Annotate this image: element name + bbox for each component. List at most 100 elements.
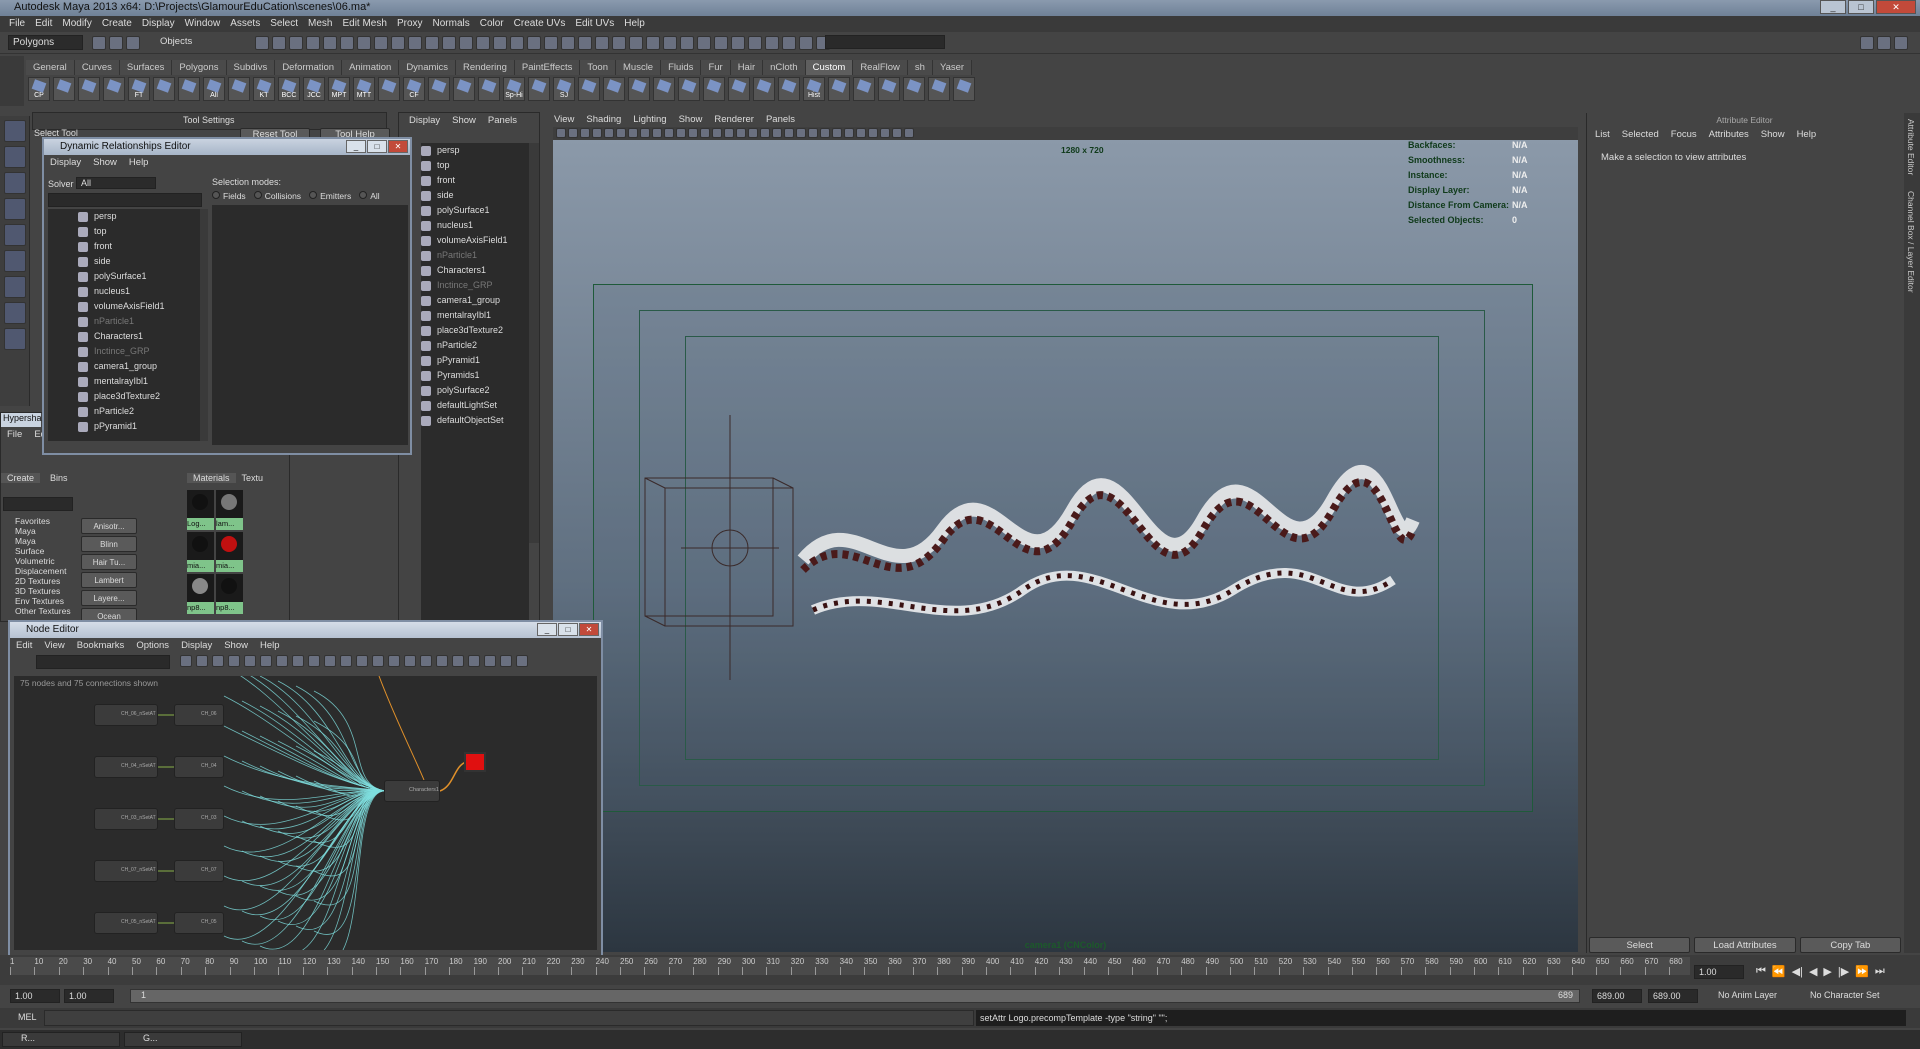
shelf-tool-icon[interactable]: Hist <box>803 77 825 101</box>
viewport-tool-icon[interactable] <box>700 128 710 138</box>
layout-icon[interactable] <box>1860 36 1874 50</box>
viewport-menu-lighting[interactable]: Lighting <box>627 112 672 127</box>
step-forward-key-icon[interactable]: ⏩ <box>1855 965 1869 978</box>
ae-menu-selected[interactable]: Selected <box>1616 127 1665 142</box>
status-tool-icon[interactable] <box>612 36 626 50</box>
status-tool-icon[interactable] <box>493 36 507 50</box>
viewport-tool-icon[interactable] <box>664 128 674 138</box>
hs-node-button[interactable]: Layere... <box>81 590 137 606</box>
hs-tab-materials[interactable]: Materials <box>187 473 236 483</box>
dre-minimize-button[interactable]: _ <box>346 140 366 153</box>
outliner-item[interactable]: polySurface2 <box>421 383 529 398</box>
status-tool-icon[interactable] <box>680 36 694 50</box>
status-tool-icon[interactable] <box>799 36 813 50</box>
status-tool-icon[interactable] <box>442 36 456 50</box>
viewport-tool-icon[interactable] <box>604 128 614 138</box>
outliner-menu-show[interactable]: Show <box>446 113 482 128</box>
dre-object-item[interactable]: pPyramid1 <box>48 419 200 434</box>
menu-edit-mesh[interactable]: Edit Mesh <box>337 16 391 32</box>
shelf-tool-icon[interactable] <box>828 77 850 101</box>
set-node[interactable]: CH_07_nSetAT <box>94 860 158 882</box>
set-node[interactable]: CH_05_nSetAT <box>94 912 158 934</box>
viewport-menu-view[interactable]: View <box>548 112 580 127</box>
shelf-tab-polygons[interactable]: Polygons <box>172 60 227 75</box>
shelf-tool-icon[interactable] <box>928 77 950 101</box>
shelf-tool-icon[interactable]: All <box>203 77 225 101</box>
mel-label[interactable]: MEL <box>18 1012 37 1022</box>
ae-select-button[interactable]: Select <box>1589 937 1691 953</box>
go-start-icon[interactable]: ⏮ <box>1756 965 1766 978</box>
shelf-tool-icon[interactable] <box>78 77 100 101</box>
shelf-tool-icon[interactable] <box>678 77 700 101</box>
side-tab-attribute-editor[interactable]: Attribute Editor <box>1906 119 1916 175</box>
dre-maximize-button[interactable]: □ <box>367 140 387 153</box>
outliner-menu-display[interactable]: Display <box>403 113 446 128</box>
shelf-tool-icon[interactable] <box>778 77 800 101</box>
ne-tool-icon[interactable] <box>244 655 256 667</box>
dre-object-item[interactable]: Inctince_GRP <box>48 344 200 359</box>
move-tool-icon[interactable] <box>4 198 26 220</box>
hs-tree-item[interactable]: Surface <box>3 546 77 556</box>
hs-tree-item[interactable]: Maya <box>3 536 77 546</box>
status-tool-icon[interactable] <box>289 36 303 50</box>
ne-tool-icon[interactable] <box>452 655 464 667</box>
ae-menu-attributes[interactable]: Attributes <box>1703 127 1755 142</box>
dre-object-item[interactable]: nParticle2 <box>48 404 200 419</box>
ne-tool-icon[interactable] <box>228 655 240 667</box>
ne-menu-help[interactable]: Help <box>254 638 286 653</box>
shelf-tool-icon[interactable] <box>703 77 725 101</box>
status-tool-icon[interactable] <box>561 36 575 50</box>
current-time-field[interactable]: 1.00 <box>1694 965 1744 979</box>
radio-icon[interactable] <box>253 191 262 199</box>
status-tool-icon[interactable] <box>476 36 490 50</box>
last-tool-icon[interactable] <box>4 328 26 350</box>
ne-tool-icon[interactable] <box>516 655 528 667</box>
playback-start-field[interactable]: 1.00 <box>64 989 114 1003</box>
menu-normals[interactable]: Normals <box>428 16 475 32</box>
viewport-tool-icon[interactable] <box>772 128 782 138</box>
viewport-tool-icon[interactable] <box>844 128 854 138</box>
shelf-tab-toon[interactable]: Toon <box>580 60 616 75</box>
minimized-window-2[interactable]: G... <box>124 1032 242 1047</box>
hs-node-button[interactable]: Blinn <box>81 536 137 552</box>
ne-tool-icon[interactable] <box>260 655 272 667</box>
command-input[interactable] <box>44 1010 974 1026</box>
dre-mode-emitters[interactable]: Emitters <box>309 191 351 201</box>
dre-object-item[interactable]: Characters1 <box>48 329 200 344</box>
shelf-tool-icon[interactable] <box>603 77 625 101</box>
status-tool-icon[interactable] <box>510 36 524 50</box>
viewport-menu-show[interactable]: Show <box>673 112 709 127</box>
hs-tab-textures[interactable]: Textu <box>236 473 270 483</box>
shelf-tab-sh[interactable]: sh <box>907 60 933 75</box>
ne-tool-icon[interactable] <box>500 655 512 667</box>
dre-object-item[interactable]: nParticle1 <box>48 314 200 329</box>
ne-tool-icon[interactable] <box>356 655 368 667</box>
layout-icon[interactable] <box>1877 36 1891 50</box>
viewport-menu-panels[interactable]: Panels <box>760 112 801 127</box>
hs-tab-create[interactable]: Create <box>1 473 41 483</box>
ne-menu-options[interactable]: Options <box>130 638 175 653</box>
open-scene-icon[interactable] <box>109 36 123 50</box>
viewport-tool-icon[interactable] <box>724 128 734 138</box>
ne-menu-display[interactable]: Display <box>175 638 218 653</box>
shelf-tool-icon[interactable]: FT <box>128 77 150 101</box>
select-tool-icon[interactable] <box>4 120 26 142</box>
shelf-tool-icon[interactable] <box>178 77 200 101</box>
ne-tool-icon[interactable] <box>388 655 400 667</box>
hs-tree-item[interactable]: Env Textures <box>3 596 77 606</box>
viewport-tool-icon[interactable] <box>592 128 602 138</box>
ne-menu-show[interactable]: Show <box>218 638 254 653</box>
dre-object-item[interactable]: place3dTexture2 <box>48 389 200 404</box>
shelf-tool-icon[interactable] <box>578 77 600 101</box>
ne-tool-icon[interactable] <box>420 655 432 667</box>
menu-mesh[interactable]: Mesh <box>303 16 337 32</box>
ne-menu-edit[interactable]: Edit <box>10 638 38 653</box>
outliner-item[interactable]: place3dTexture2 <box>421 323 529 338</box>
shelf-tab-realflow[interactable]: RealFlow <box>853 60 908 75</box>
menu-window[interactable]: Window <box>180 16 226 32</box>
status-tool-icon[interactable] <box>527 36 541 50</box>
outliner-item[interactable]: defaultObjectSet <box>421 413 529 428</box>
shelf-tool-icon[interactable]: KT <box>253 77 275 101</box>
quick-select-field[interactable] <box>825 35 945 49</box>
shelf-tool-icon[interactable] <box>528 77 550 101</box>
